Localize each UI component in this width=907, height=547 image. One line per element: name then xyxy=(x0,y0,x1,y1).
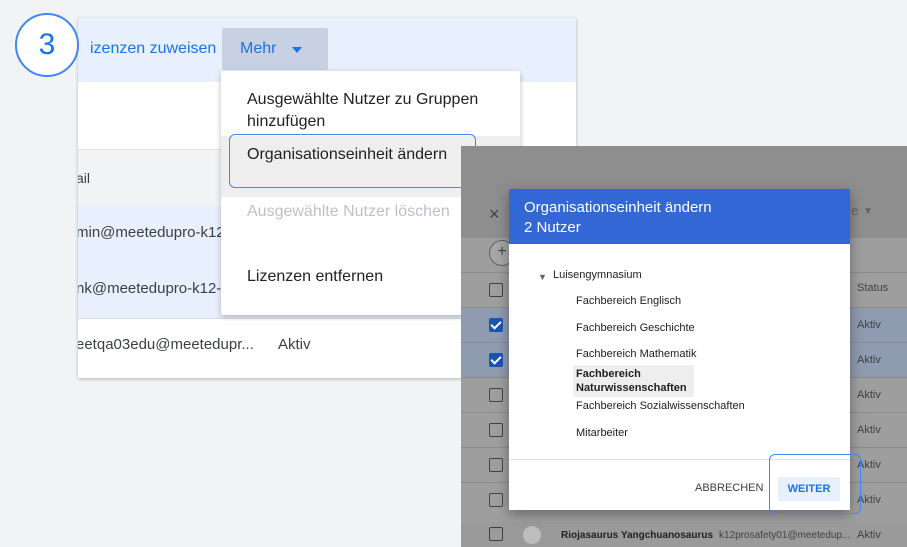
close-icon[interactable]: × xyxy=(489,204,500,225)
user-email: k12prosafety01@meetedup... xyxy=(719,530,851,541)
row-checkbox[interactable] xyxy=(489,423,503,437)
user-email: eetqa03edu@meetedupr... xyxy=(78,336,254,353)
more-button[interactable]: Mehr xyxy=(222,28,328,70)
user-name: Riojasaurus Yangchuanosaurus xyxy=(561,530,714,541)
org-unit-item[interactable]: Fachbereich Sozialwissenschaften xyxy=(576,400,745,412)
org-unit-item-selected[interactable]: Fachbereich Naturwissenschaften xyxy=(573,365,694,397)
row-checkbox[interactable] xyxy=(489,458,503,472)
user-status: Aktiv xyxy=(278,336,311,353)
row-checkbox[interactable] xyxy=(489,388,503,402)
user-status: Aktiv xyxy=(857,319,881,331)
user-email: min@meetedupro-k12 xyxy=(78,224,225,241)
org-unit-item[interactable]: Fachbereich Mathematik xyxy=(576,348,696,360)
row-checkbox[interactable] xyxy=(489,527,503,541)
step-number-badge: 3 xyxy=(15,13,79,77)
user-status: Aktiv xyxy=(857,354,881,366)
highlight-outline xyxy=(769,454,861,514)
row-checkbox[interactable] xyxy=(489,353,503,367)
menu-item-add-to-groups[interactable]: Ausgewählte Nutzer zu Gruppen hinzufügen xyxy=(221,89,520,133)
avatar xyxy=(523,526,541,544)
dialog-title: Organisationseinheit ändern xyxy=(524,199,712,216)
user-email: nk@meetedupro-k12- xyxy=(78,280,222,297)
assign-licenses-link[interactable]: izenzen zuweisen xyxy=(90,40,216,58)
org-unit-item[interactable]: Fachbereich Englisch xyxy=(576,295,681,307)
dialog-header: Organisationseinheit ändern 2 Nutzer xyxy=(509,189,850,244)
highlight-outline xyxy=(229,134,476,188)
more-button-fragment: e xyxy=(851,203,859,218)
user-status: Aktiv xyxy=(857,529,881,541)
row-checkbox[interactable] xyxy=(489,493,503,507)
expand-caret-icon[interactable]: ▼ xyxy=(538,272,547,282)
user-status: Aktiv xyxy=(857,389,881,401)
user-status: Aktiv xyxy=(857,424,881,436)
row-checkbox[interactable] xyxy=(489,283,503,297)
more-button-label: Mehr xyxy=(240,40,277,57)
dialog-subtitle: 2 Nutzer xyxy=(524,219,581,236)
row-checkbox[interactable] xyxy=(489,318,503,332)
cancel-button[interactable]: ABBRECHEN xyxy=(695,482,763,494)
caret-down-icon: ▼ xyxy=(863,206,873,217)
org-unit-item[interactable]: Fachbereich Geschichte xyxy=(576,322,695,334)
caret-down-icon xyxy=(292,47,302,53)
column-header-email: ail xyxy=(78,170,91,186)
org-unit-root[interactable]: Luisengymnasium xyxy=(553,269,642,281)
table-row[interactable]: Riojasaurus Yangchuanosaurus k12prosafet… xyxy=(461,522,907,547)
org-unit-item[interactable]: Mitarbeiter xyxy=(576,427,628,439)
